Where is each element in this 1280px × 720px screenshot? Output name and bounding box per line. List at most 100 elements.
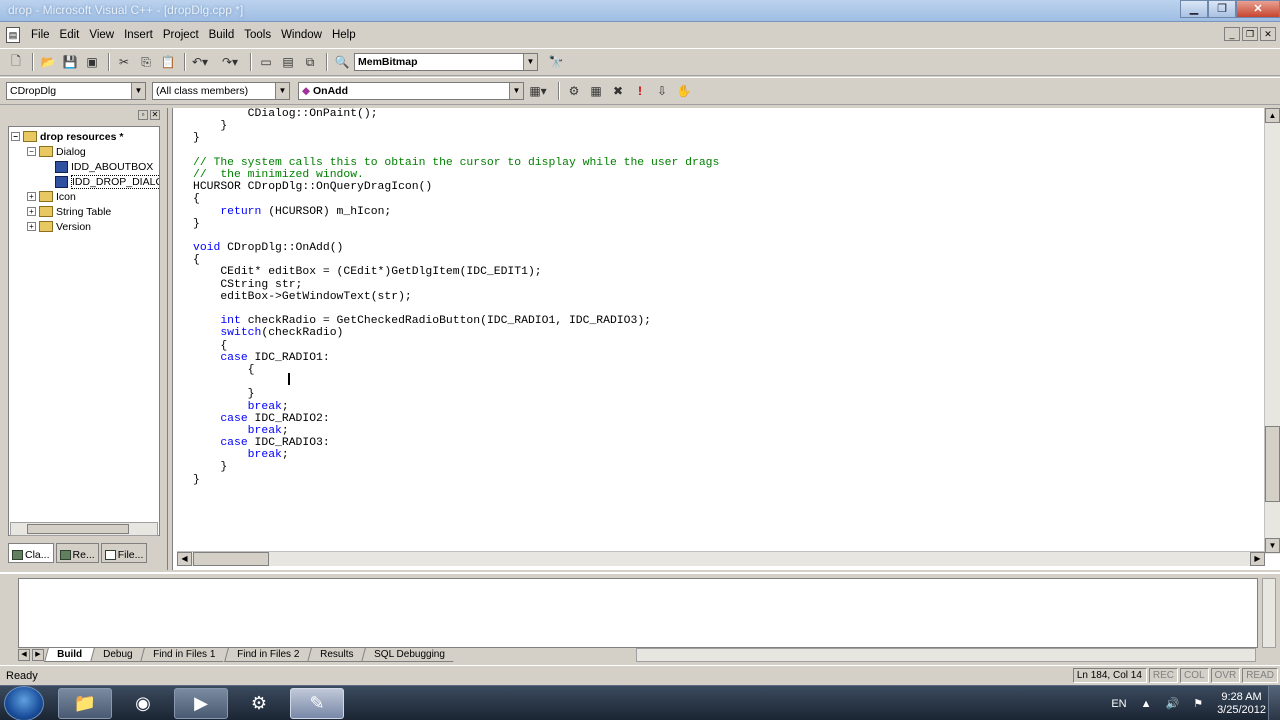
- code-line[interactable]: {: [193, 364, 719, 376]
- mdi-minimize-button[interactable]: _: [1224, 27, 1240, 41]
- start-button[interactable]: [4, 686, 44, 720]
- code-line[interactable]: break;: [193, 449, 719, 461]
- volume-icon[interactable]: 🔊: [1165, 697, 1179, 710]
- code-editor[interactable]: CDialog::OnPaint(); }}// The system call…: [172, 108, 1280, 570]
- scrollbar-thumb[interactable]: [27, 524, 129, 534]
- menu-build[interactable]: Build: [204, 29, 240, 41]
- code-line[interactable]: [193, 230, 719, 242]
- close-button[interactable]: ✕: [1236, 0, 1280, 18]
- build-icon[interactable]: ▦: [586, 81, 606, 101]
- tab-find-in-files-2[interactable]: Find in Files 2: [223, 648, 311, 662]
- execute-icon[interactable]: !: [630, 81, 650, 101]
- code-line[interactable]: }: [193, 120, 719, 132]
- chevron-down-icon[interactable]: ▼: [523, 54, 537, 70]
- show-desktop-button[interactable]: [1268, 686, 1280, 720]
- stop-build-icon[interactable]: ✖: [608, 81, 628, 101]
- menu-edit[interactable]: Edit: [55, 29, 85, 41]
- code-line[interactable]: {: [193, 340, 719, 352]
- code-line[interactable]: }: [193, 461, 719, 473]
- code-line[interactable]: CString str;: [193, 279, 719, 291]
- tab-debug[interactable]: Debug: [90, 648, 145, 662]
- code-line[interactable]: CEdit* editBox = (CEdit*)GetDlgItem(IDC_…: [193, 266, 719, 278]
- minimize-button[interactable]: ▁: [1180, 0, 1208, 18]
- tab-scroll-left-icon[interactable]: ◀: [18, 649, 30, 661]
- tab-sql-debugging[interactable]: SQL Debugging: [361, 648, 458, 662]
- mdi-restore-button[interactable]: ❐: [1242, 27, 1258, 41]
- tree-item-idd-aboutbox[interactable]: IDD_ABOUTBOX: [55, 159, 153, 174]
- paste-icon[interactable]: 📋: [158, 52, 178, 72]
- code-line[interactable]: HCURSOR CDropDlg::OnQueryDragIcon(): [193, 181, 719, 193]
- compile-icon[interactable]: ⚙: [564, 81, 584, 101]
- editor-hscrollbar[interactable]: ◀ ▶: [177, 551, 1265, 566]
- open-folder-icon[interactable]: 📂: [38, 52, 58, 72]
- chrome-taskbar-icon[interactable]: ◉: [116, 688, 170, 719]
- explorer-taskbar-icon[interactable]: 📁: [58, 688, 112, 719]
- cut-icon[interactable]: ✂: [114, 52, 134, 72]
- new-file-icon[interactable]: 🗋: [6, 52, 26, 72]
- tab-results[interactable]: Results: [307, 648, 366, 662]
- member-combo[interactable]: ◆ OnAdd ▼: [298, 82, 524, 100]
- document-icon[interactable]: ▤: [6, 27, 20, 43]
- menu-help[interactable]: Help: [327, 29, 361, 41]
- scroll-right-icon[interactable]: ▶: [1250, 552, 1265, 566]
- find-in-files-icon[interactable]: 🔍: [332, 52, 352, 72]
- tree-item-root[interactable]: − drop resources *: [11, 129, 123, 144]
- code-line[interactable]: editBox->GetWindowText(str);: [193, 291, 719, 303]
- menu-tools[interactable]: Tools: [239, 29, 276, 41]
- code-line[interactable]: }: [193, 218, 719, 230]
- output-hscrollbar[interactable]: [636, 648, 1256, 662]
- expand-icon[interactable]: +: [27, 222, 36, 231]
- flag-icon[interactable]: ⚑: [1193, 697, 1203, 710]
- go-icon[interactable]: ⇩: [652, 81, 672, 101]
- copy-icon[interactable]: ⎘: [136, 52, 156, 72]
- save-all-icon[interactable]: ▣: [82, 52, 102, 72]
- collapse-icon[interactable]: −: [11, 132, 20, 141]
- workspace-close-icon[interactable]: ✕: [150, 110, 160, 120]
- tree-item-icon[interactable]: + Icon: [27, 189, 76, 204]
- code-line[interactable]: [193, 145, 719, 157]
- editor-vscrollbar[interactable]: ▲ ▼: [1264, 108, 1280, 554]
- menu-insert[interactable]: Insert: [119, 29, 158, 41]
- code-line[interactable]: CDialog::OnPaint();: [193, 108, 719, 120]
- code-text[interactable]: CDialog::OnPaint(); }}// The system call…: [193, 108, 719, 486]
- mdi-close-button[interactable]: ✕: [1260, 27, 1276, 41]
- code-line[interactable]: [193, 303, 719, 315]
- breakpoint-hand-icon[interactable]: ✋: [674, 81, 694, 101]
- code-line[interactable]: {: [193, 254, 719, 266]
- undo-icon[interactable]: ↶▾: [190, 52, 210, 72]
- scroll-up-icon[interactable]: ▲: [1265, 108, 1280, 123]
- chevron-down-icon[interactable]: ▼: [131, 83, 145, 99]
- chevron-down-icon[interactable]: ▼: [275, 83, 289, 99]
- tree-item-dialog[interactable]: − Dialog: [27, 144, 86, 159]
- workspace-restore-icon[interactable]: ▫: [138, 110, 148, 120]
- menu-project[interactable]: Project: [158, 29, 204, 41]
- output-vscrollbar[interactable]: [1262, 578, 1276, 648]
- code-line[interactable]: // the minimized window.: [193, 169, 719, 181]
- code-line[interactable]: }: [193, 132, 719, 144]
- visual-cpp-taskbar-icon[interactable]: ✎: [290, 688, 344, 719]
- window-list-icon[interactable]: ⧉: [300, 52, 320, 72]
- media-player-taskbar-icon[interactable]: ▶: [174, 688, 228, 719]
- tab-classview[interactable]: Cla...: [8, 543, 54, 563]
- code-line[interactable]: break;: [193, 401, 719, 413]
- clock[interactable]: 9:28 AM 3/25/2012: [1217, 691, 1266, 717]
- language-indicator[interactable]: EN: [1111, 698, 1126, 710]
- find-combo[interactable]: MemBitmap ▼: [354, 53, 538, 71]
- code-line[interactable]: return (HCURSOR) m_hIcon;: [193, 206, 719, 218]
- chevron-down-icon[interactable]: ▼: [509, 83, 523, 99]
- collapse-icon[interactable]: −: [27, 147, 36, 156]
- code-line[interactable]: // The system calls this to obtain the c…: [193, 157, 719, 169]
- redo-icon[interactable]: ↷▾: [220, 52, 240, 72]
- menu-file[interactable]: File: [26, 29, 55, 41]
- code-line[interactable]: case IDC_RADIO1:: [193, 352, 719, 364]
- tree-item-string-table[interactable]: + String Table: [27, 204, 111, 219]
- find-icon[interactable]: 🔭: [546, 52, 566, 72]
- code-line[interactable]: void CDropDlg::OnAdd(): [193, 242, 719, 254]
- menu-window[interactable]: Window: [276, 29, 327, 41]
- expand-icon[interactable]: +: [27, 192, 36, 201]
- scrollbar-thumb[interactable]: [1265, 426, 1280, 502]
- code-line[interactable]: case IDC_RADIO3:: [193, 437, 719, 449]
- tray-expand-icon[interactable]: ▲: [1141, 698, 1152, 710]
- recorder-taskbar-icon[interactable]: ⚙: [232, 688, 286, 719]
- code-line[interactable]: break;: [193, 425, 719, 437]
